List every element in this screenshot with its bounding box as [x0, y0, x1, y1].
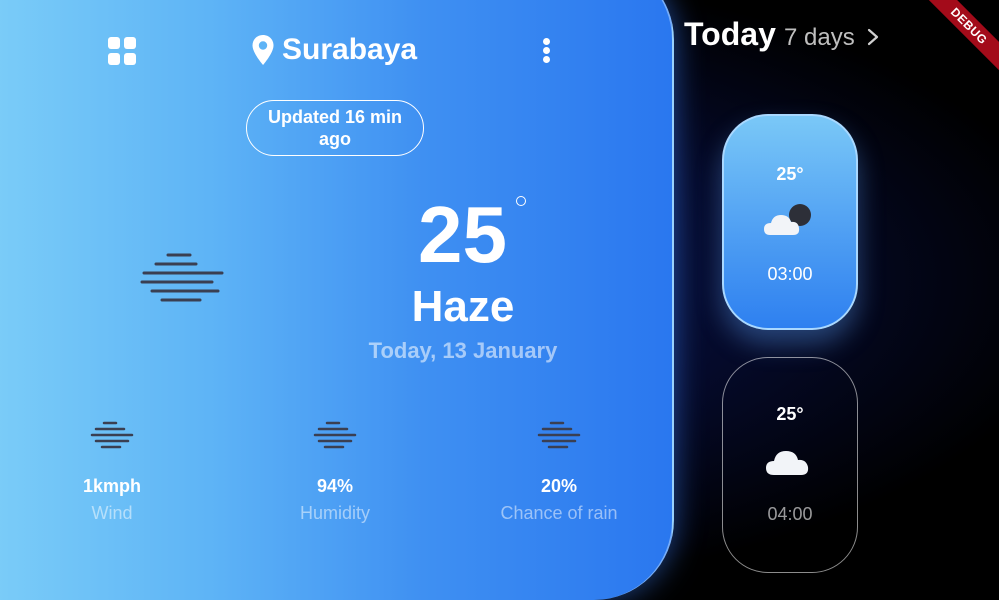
cloud-icon [766, 451, 809, 475]
card-time: 04:00 [767, 504, 813, 524]
stat-value: 94% [316, 476, 354, 496]
haze-icon [140, 253, 224, 302]
degree-symbol [516, 196, 526, 206]
haze-icon [537, 421, 581, 449]
card-temperature: 25° [776, 404, 804, 424]
stat-value: 20% [540, 476, 578, 496]
stat-value: 1kmph [82, 476, 142, 496]
stat-humidity: 94% Humidity [255, 420, 415, 524]
haze-icon [90, 421, 134, 449]
stat-label: Wind [91, 503, 133, 523]
updated-badge: Updated 16 min ago [246, 100, 424, 156]
current-temperature: 25 [418, 190, 507, 279]
stat-wind: 1kmph Wind [32, 420, 192, 524]
haze-icon [313, 421, 357, 449]
chevron-right-icon[interactable] [866, 28, 880, 46]
more-options-icon[interactable] [540, 38, 554, 64]
card-temperature: 25° [776, 164, 804, 184]
city-name: Surabaya [282, 33, 418, 66]
seven-days-link[interactable]: 7 days [784, 24, 855, 52]
weather-condition: Haze [411, 282, 515, 331]
location-pin-icon [252, 35, 274, 65]
location[interactable]: Surabaya [250, 30, 417, 70]
stat-label: Chance of rain [500, 503, 618, 523]
stat-chance-of-rain: 20% Chance of rain [479, 420, 639, 524]
night-cloudy-icon [764, 204, 811, 235]
stat-label: Humidity [299, 503, 370, 523]
card-time: 03:00 [767, 264, 813, 284]
hourly-card-0300[interactable]: 25° 03:00 [722, 114, 858, 330]
current-date: Today, 13 January [368, 338, 558, 363]
grid-menu-icon[interactable] [108, 37, 136, 65]
hourly-card-0400[interactable]: 25° 04:00 [722, 357, 858, 573]
today-heading: Today [684, 16, 776, 52]
